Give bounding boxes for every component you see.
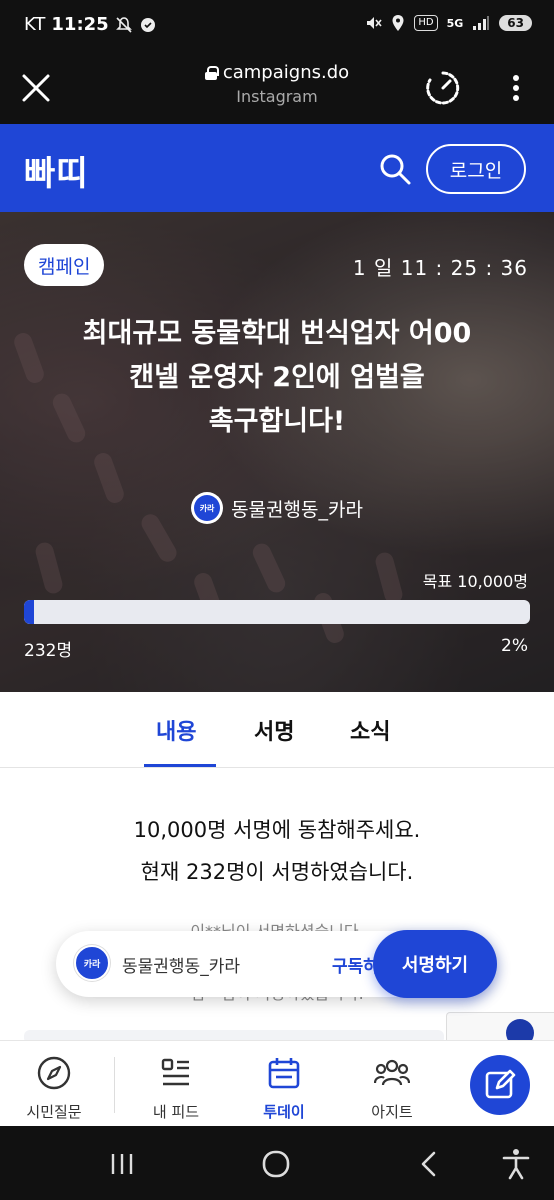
campaign-title-line: 촉구합니다!: [208, 406, 346, 437]
nav-item-hideout[interactable]: 아지트: [344, 1041, 440, 1127]
signature-count: 232명: [24, 641, 73, 661]
home-icon[interactable]: [258, 1146, 294, 1182]
url-source: Instagram: [236, 87, 318, 106]
lock-icon: [204, 65, 219, 80]
organizer-name[interactable]: 동물권행동_카라: [122, 952, 240, 977]
network-label: 5G: [446, 16, 464, 30]
carrier-label: KT: [24, 14, 46, 35]
active-tab-indicator: [144, 764, 216, 767]
campaign-title-line: 최대규모 동물학대 번식업자 어00: [82, 318, 472, 349]
url-text: campaigns.do: [222, 62, 350, 83]
call-to-action-text: 10,000명 서명에 동참해주세요.: [133, 818, 421, 842]
app-header: 빠띠 로그인: [0, 124, 554, 212]
feed-list-icon: [161, 1058, 189, 1086]
chat-icon: [140, 17, 155, 32]
status-bar-left: KT 11:25: [24, 14, 157, 35]
organizer-logo-text: 카라: [194, 495, 221, 521]
search-icon[interactable]: [378, 152, 412, 186]
sign-button[interactable]: 서명하기: [373, 930, 497, 998]
app-logo[interactable]: 빠띠: [24, 146, 89, 195]
system-navigation-bar: [0, 1126, 554, 1200]
nav-label: 시민질문: [26, 1103, 82, 1121]
signature-progress-bar: [24, 600, 530, 624]
organizer-avatar[interactable]: 카라: [74, 945, 110, 981]
login-button[interactable]: 로그인: [426, 144, 526, 194]
bottom-navigation: 시민질문 내 피드 투데이 아지트: [0, 1040, 554, 1126]
nav-label: 투데이: [263, 1103, 305, 1121]
url-display[interactable]: campaigns.do Instagram: [150, 62, 404, 106]
nav-item-today[interactable]: 투데이: [236, 1041, 332, 1127]
tab-content[interactable]: 내용: [156, 714, 196, 746]
hd-badge: HD: [414, 15, 438, 31]
goal-label: 목표 10,000명: [422, 572, 528, 591]
campaign-title: 최대규모 동물학대 번식업자 어00 캔넬 운영자 2인에 엄벌을 촉구합니다!: [20, 312, 534, 444]
nav-label: 내 피드: [152, 1103, 200, 1121]
back-icon[interactable]: [412, 1146, 448, 1182]
signature-percent: 2%: [501, 636, 528, 656]
campaign-tag: 캠페인: [24, 244, 105, 286]
group-icon: [374, 1059, 410, 1086]
recent-apps-icon[interactable]: [104, 1146, 140, 1182]
current-signers-text: 현재 232명이 서명하였습니다.: [140, 860, 414, 884]
bell-off-icon: [115, 16, 132, 33]
mute-icon: [367, 17, 382, 29]
clock: 11:25: [51, 14, 109, 35]
edit-icon: [485, 1069, 516, 1099]
tab-news[interactable]: 소식: [350, 714, 390, 746]
status-bar-right: HD 5G 63: [364, 14, 532, 32]
content-tabs: 내용 서명 소식: [0, 692, 554, 768]
nav-item-civic-questions[interactable]: 시민질문: [6, 1041, 102, 1127]
campaign-content: 10,000명 서명에 동참해주세요. 현재 232명이 서명하였습니다. 이*…: [0, 768, 554, 1048]
more-vert-icon[interactable]: [504, 70, 528, 106]
battery-indicator: 63: [499, 15, 532, 31]
nav-item-my-feed[interactable]: 내 피드: [128, 1041, 224, 1127]
organizer-name: 동물권행동_카라: [231, 498, 363, 521]
status-bar: KT 11:25 HD 5G 63: [0, 0, 554, 52]
campaign-title-line: 캔넬 운영자 2인에 엄벌을: [129, 362, 425, 393]
browser-toolbar: campaigns.do Instagram: [0, 52, 554, 124]
campaign-hero: 캠페인 1 일 11 : 25 : 36 최대규모 동물학대 번식업자 어00 …: [0, 212, 554, 692]
progress-fill: [24, 600, 35, 624]
nav-divider: [114, 1057, 115, 1113]
countdown-timer: 1 일 11 : 25 : 36: [352, 256, 528, 280]
calendar-icon: [268, 1058, 300, 1089]
signal-icon: [473, 16, 490, 30]
organizer-avatar: 카라: [191, 492, 224, 524]
compass-icon: [37, 1056, 71, 1090]
tab-signatures[interactable]: 서명: [254, 714, 294, 746]
compose-button[interactable]: [470, 1055, 530, 1115]
accessibility-icon[interactable]: [498, 1146, 534, 1182]
close-icon[interactable]: [18, 70, 54, 106]
nav-label: 아지트: [371, 1103, 413, 1121]
location-icon: [392, 15, 404, 31]
campaign-organizer[interactable]: 카라 동물권행동_카라: [0, 492, 554, 524]
timer-icon[interactable]: [424, 69, 462, 107]
